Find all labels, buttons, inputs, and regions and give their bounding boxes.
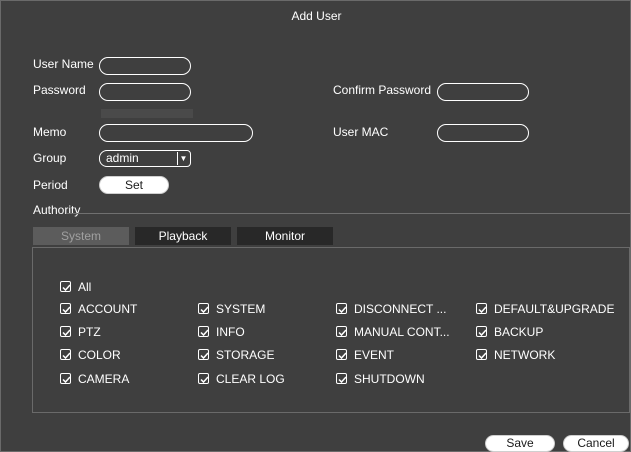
password-strength-bar: [101, 109, 193, 118]
confirm-password-label: Confirm Password: [333, 83, 432, 97]
checkbox-label: MANUAL CONT...: [354, 325, 450, 339]
checkbox-checked-icon: [198, 326, 209, 337]
checkbox-label: SYSTEM: [216, 302, 266, 316]
checkbox-checked-icon: [198, 303, 209, 314]
checkbox-checked-icon: [198, 349, 209, 360]
add-user-dialog: Add User User Name Password Confirm Pass…: [0, 0, 631, 452]
user-name-input[interactable]: [99, 57, 191, 75]
authority-divider: [67, 213, 630, 214]
checkbox-label: DEFAULT&UPGRADE: [494, 302, 615, 316]
checkbox-label: STORAGE: [216, 348, 275, 362]
checkbox-label: CAMERA: [78, 372, 130, 386]
checkbox-label: EVENT: [354, 348, 395, 362]
checkbox-checked-icon: [336, 373, 347, 384]
dialog-title: Add User: [291, 9, 342, 23]
confirm-password-input[interactable]: [437, 83, 529, 101]
period-label: Period: [33, 178, 68, 192]
checkbox-label: PTZ: [78, 325, 101, 339]
checkbox-checked-icon: [336, 326, 347, 337]
group-label: Group: [33, 151, 67, 165]
checkbox-label: INFO: [216, 325, 245, 339]
checkbox-checked-icon: [476, 326, 487, 337]
checkbox-label: ACCOUNT: [78, 302, 138, 316]
authority-label: Authority: [33, 203, 81, 217]
memo-label: Memo: [33, 125, 67, 139]
checkbox-checked-icon: [60, 349, 71, 360]
checkbox-checked-icon: [336, 349, 347, 360]
password-label: Password: [33, 83, 86, 97]
checkbox-checked-icon: [336, 303, 347, 314]
user-mac-label: User MAC: [333, 125, 389, 139]
checkbox-label: NETWORK: [494, 348, 556, 362]
cancel-button[interactable]: Cancel: [563, 435, 629, 452]
user-name-label: User Name: [33, 57, 94, 71]
tab-monitor[interactable]: Monitor: [237, 227, 333, 245]
password-input[interactable]: [99, 83, 191, 101]
checkbox-checked-icon: [60, 373, 71, 384]
group-select-value: admin: [106, 151, 139, 165]
authority-tabs: System Playback Monitor: [31, 227, 631, 247]
checkbox-checked-icon: [60, 326, 71, 337]
tab-system[interactable]: System: [33, 227, 129, 245]
checkbox-label: DISCONNECT ...: [354, 302, 447, 316]
memo-input[interactable]: [99, 124, 253, 142]
save-button[interactable]: Save: [485, 435, 555, 452]
checkbox-checked-icon: [476, 349, 487, 360]
user-mac-input[interactable]: [437, 124, 529, 142]
checkbox-label: All: [78, 280, 92, 294]
checkbox-checked-icon: [60, 281, 71, 292]
chevron-down-icon: ▼: [177, 152, 189, 165]
tab-playback[interactable]: Playback: [135, 227, 231, 245]
checkbox-checked-icon: [198, 373, 209, 384]
group-select[interactable]: admin ▼: [99, 150, 191, 167]
checkbox-label: COLOR: [78, 348, 121, 362]
period-set-button[interactable]: Set: [99, 176, 169, 194]
checkbox-label: SHUTDOWN: [354, 372, 425, 386]
checkbox-label: BACKUP: [494, 325, 544, 339]
checkbox-checked-icon: [476, 303, 487, 314]
checkbox-checked-icon: [60, 303, 71, 314]
checkbox-label: CLEAR LOG: [216, 372, 285, 386]
